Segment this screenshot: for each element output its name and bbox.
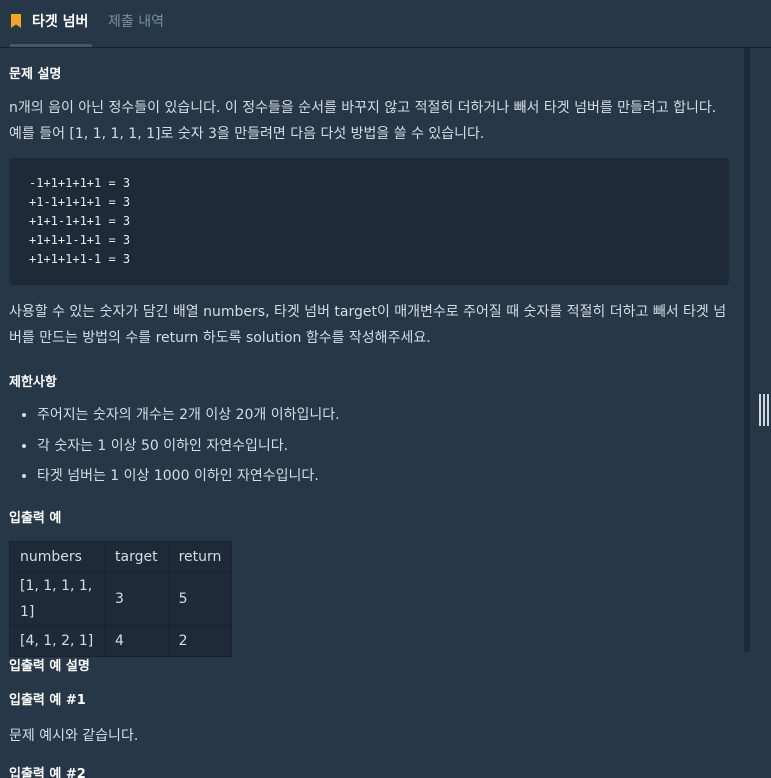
- code-line: -1+1+1+1+1 = 3: [29, 176, 131, 190]
- problem-text-line-2: 예를 들어 [1, 1, 1, 1, 1]로 숫자 3을 만들려면 다음 다섯 …: [9, 126, 485, 142]
- table-cell: [1, 1, 1, 1, 1]: [9, 572, 105, 626]
- column-header: numbers: [9, 541, 105, 573]
- column-header: return: [167, 541, 233, 573]
- explanation-heading: 입출력 예 설명: [9, 659, 90, 674]
- constraints-heading: 제한사항: [9, 375, 57, 390]
- problem-text-line-1: n개의 음이 아닌 정수들이 있습니다. 이 정수들을 순서를 바꾸지 않고 적…: [9, 100, 717, 116]
- code-line: +1-1+1+1+1 = 3: [29, 195, 131, 209]
- table-cell: 2: [167, 625, 233, 657]
- problem-content: 문제 설명 n개의 음이 아닌 정수들이 있습니다. 이 정수들을 순서를 바꾸…: [9, 48, 731, 778]
- column-header: target: [104, 541, 169, 573]
- list-item: 주어지는 숫자의 개수는 2개 이상 20개 이하입니다.: [37, 400, 340, 431]
- task-text-line-2: 버를 만드는 방법의 수를 return 하도록 solution 함수를 작성…: [9, 330, 431, 346]
- table-cell: 4: [104, 625, 169, 657]
- constraints-list: 주어지는 숫자의 개수는 2개 이상 20개 이하입니다. 각 숫자는 1 이상…: [9, 400, 340, 492]
- table-cell: 5: [167, 572, 233, 626]
- code-block: -1+1+1+1+1 = 3 +1-1+1+1+1 = 3 +1+1-1+1+1…: [9, 158, 729, 285]
- table-header-row: numbers target return: [9, 541, 233, 573]
- tab-problem-label: 타겟 넘버: [32, 14, 89, 30]
- resize-handle[interactable]: [759, 394, 769, 426]
- example-1-text: 문제 예시와 같습니다.: [9, 728, 139, 744]
- examples-heading: 입출력 예: [9, 511, 62, 526]
- tab-submissions[interactable]: 제출 내역: [108, 0, 164, 47]
- list-item: 타겟 넘버는 1 이상 1000 이하인 자연수입니다.: [37, 461, 340, 492]
- bookmark-icon: [11, 13, 21, 28]
- list-item: 각 숫자는 1 이상 50 이하인 자연수입니다.: [37, 431, 340, 462]
- table-cell: 3: [104, 572, 169, 626]
- code-line: +1+1+1+1-1 = 3: [29, 252, 131, 266]
- code-line: +1+1-1+1+1 = 3: [29, 214, 131, 228]
- examples-table: numbers target return [1, 1, 1, 1, 1] 3 …: [9, 541, 233, 657]
- tab-bar: 타겟 넘버 제출 내역: [0, 0, 771, 48]
- tab-problem[interactable]: 타겟 넘버: [10, 0, 93, 47]
- table-cell: [4, 1, 2, 1]: [9, 625, 105, 657]
- task-text-line-1: 사용할 수 있는 숫자가 담긴 배열 numbers, 타겟 넘버 target…: [9, 304, 727, 320]
- example-1-heading: 입출력 예 #1: [9, 693, 86, 708]
- problem-heading: 문제 설명: [9, 67, 62, 82]
- table-row: [1, 1, 1, 1, 1] 3 5: [9, 572, 233, 626]
- code-line: +1+1+1-1+1 = 3: [29, 233, 131, 247]
- table-row: [4, 1, 2, 1] 4 2: [9, 625, 233, 657]
- example-2-heading: 입출력 예 #2: [9, 767, 86, 778]
- scrollbar[interactable]: [744, 48, 750, 652]
